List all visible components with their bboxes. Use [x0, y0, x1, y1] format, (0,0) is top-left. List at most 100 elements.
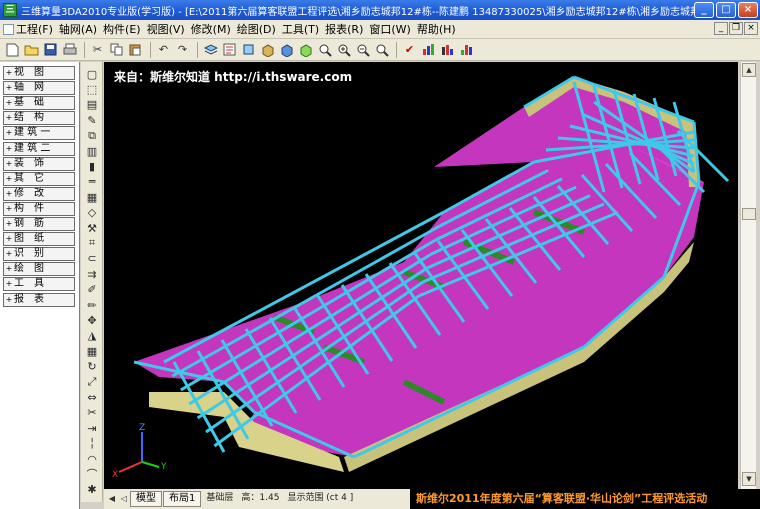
copy-icon[interactable]	[108, 41, 125, 58]
redo-icon[interactable]: ↷	[174, 41, 191, 58]
nav-item[interactable]: + 结 构	[3, 111, 75, 126]
copy-attr-icon[interactable]: ⧉	[84, 128, 100, 144]
menu-window[interactable]: 窗口(W)	[366, 21, 413, 38]
explode-icon[interactable]: ✱	[84, 482, 100, 498]
close-button[interactable]: ×	[738, 2, 758, 18]
menu-modify[interactable]: 修改(M)	[188, 21, 234, 38]
doc-restore-button[interactable]: ❐	[729, 22, 743, 35]
nav-item[interactable]: + 绘 图	[3, 262, 75, 277]
new-icon[interactable]	[4, 41, 21, 58]
calc-icon[interactable]	[439, 41, 456, 58]
undo-icon[interactable]: ↶	[155, 41, 172, 58]
maximize-button[interactable]: □	[716, 2, 736, 18]
pick-icon[interactable]: ⬚	[84, 81, 100, 97]
nav-item[interactable]: + 修 改	[3, 186, 75, 201]
column-icon[interactable]: ▮	[84, 158, 100, 174]
doc-minimize-button[interactable]: _	[714, 22, 728, 35]
paste-icon[interactable]	[127, 41, 144, 58]
view-icon[interactable]	[297, 41, 314, 58]
pencil-icon[interactable]: ✏	[84, 297, 100, 313]
opening-icon[interactable]: ◇	[84, 205, 100, 221]
chart-icon[interactable]	[420, 41, 437, 58]
slab-icon[interactable]: ▦	[84, 189, 100, 205]
expand-marker-icon: +	[5, 264, 13, 274]
mirror-icon[interactable]: ◮	[84, 328, 100, 344]
menu-view[interactable]: 视图(V)	[144, 21, 188, 38]
menu-tools[interactable]: 工具(T)	[279, 21, 322, 38]
offset-icon[interactable]: ⇉	[84, 266, 100, 282]
menu-project[interactable]: 工程(F)	[0, 21, 56, 38]
expand-marker-icon: +	[5, 83, 13, 93]
move-icon[interactable]: ✥	[84, 312, 100, 328]
menu-help[interactable]: 帮助(H)	[414, 21, 459, 38]
nav-item[interactable]: + 轴 网	[3, 81, 75, 96]
hammer-icon[interactable]: ⚒	[84, 220, 100, 236]
nav-item[interactable]: + 其 它	[3, 171, 75, 186]
vertical-scrollbar[interactable]: ▲ ▼	[740, 62, 756, 489]
zoom-window-icon[interactable]	[316, 41, 333, 58]
match-icon[interactable]	[240, 41, 257, 58]
match-icon[interactable]: ▤	[84, 97, 100, 113]
nav-item[interactable]: + 工 具	[3, 277, 75, 292]
edit-icon[interactable]: ✎	[84, 112, 100, 128]
report-icon[interactable]	[458, 41, 475, 58]
menu-component[interactable]: 构件(E)	[100, 21, 144, 38]
tab-first-arrow[interactable]: ◀	[106, 492, 118, 506]
menu-draw[interactable]: 绘图(D)	[234, 21, 279, 38]
expand-marker-icon: +	[5, 158, 13, 168]
axis-x-label: X	[112, 470, 118, 480]
print-icon[interactable]	[61, 41, 78, 58]
tab-model[interactable]: 模型	[130, 491, 162, 507]
pan-icon[interactable]	[354, 41, 371, 58]
magnet-icon[interactable]: ⊂	[84, 251, 100, 267]
nav-item[interactable]: + 报 表	[3, 292, 75, 307]
nav-item[interactable]: + 构 件	[3, 201, 75, 216]
nav-item[interactable]: + 装 饰	[3, 156, 75, 171]
beam-icon[interactable]: ═	[84, 174, 100, 190]
arc-icon[interactable]: ◠	[84, 451, 100, 467]
zoom-realtime-icon[interactable]	[335, 41, 352, 58]
array-icon[interactable]: ▦	[84, 343, 100, 359]
scroll-thumb[interactable]	[742, 208, 756, 220]
minimize-button[interactable]: _	[694, 2, 714, 18]
nav-item[interactable]: + 建 筑 一	[3, 126, 75, 141]
cut-icon[interactable]: ✂	[89, 41, 106, 58]
scale-icon[interactable]: ⤢	[84, 374, 100, 390]
doc-close-button[interactable]: ×	[744, 22, 758, 35]
cube-icon[interactable]	[278, 41, 295, 58]
menu-axis[interactable]: 轴网(A)	[56, 21, 100, 38]
menu-report[interactable]: 报表(R)	[322, 21, 366, 38]
properties-icon[interactable]	[221, 41, 238, 58]
title-bar: 三 三维算量3DA2010专业版(学习版) - [E:\2011第六届算客联盟工…	[0, 0, 760, 20]
box-3d-icon[interactable]	[259, 41, 276, 58]
nav-item[interactable]: + 图 纸	[3, 232, 75, 247]
stretch-icon[interactable]: ⇔	[84, 389, 100, 405]
nav-item[interactable]: + 视 图	[3, 66, 75, 80]
brush-icon[interactable]: ✐	[84, 282, 100, 298]
save-icon[interactable]	[42, 41, 59, 58]
break-icon[interactable]: ╎	[84, 436, 100, 452]
open-icon[interactable]	[23, 41, 40, 58]
expand-marker-icon: +	[5, 249, 13, 259]
drawing-canvas[interactable]: Z X Y 来自：斯维尔知道 http://i.thsware.com	[104, 62, 738, 489]
nav-item[interactable]: + 基 础	[3, 96, 75, 111]
fillet-icon[interactable]: ⌒	[84, 466, 100, 482]
axis-z-label: Z	[139, 423, 145, 433]
tab-layout1[interactable]: 布局1	[163, 491, 202, 507]
scroll-down-button[interactable]: ▼	[742, 472, 756, 486]
extend-icon[interactable]: ⇥	[84, 420, 100, 436]
wall-icon[interactable]: ▥	[84, 143, 100, 159]
expand-marker-icon: +	[5, 143, 13, 153]
tab-prev-arrow[interactable]: ◁	[118, 492, 130, 506]
nav-item[interactable]: + 建 筑 二	[3, 141, 75, 156]
scroll-up-button[interactable]: ▲	[742, 63, 756, 77]
nav-item[interactable]: + 识 别	[3, 247, 75, 262]
trim-icon[interactable]: ✂	[84, 405, 100, 421]
layer-icon[interactable]	[202, 41, 219, 58]
nav-item[interactable]: + 钢 筋	[3, 217, 75, 231]
check-icon[interactable]: ✔	[401, 41, 418, 58]
select-icon[interactable]: ▢	[84, 66, 100, 82]
measure-icon[interactable]: ⌗	[84, 235, 100, 251]
rotate-icon[interactable]: ↻	[84, 359, 100, 375]
zoom-extents-icon[interactable]	[373, 41, 390, 58]
